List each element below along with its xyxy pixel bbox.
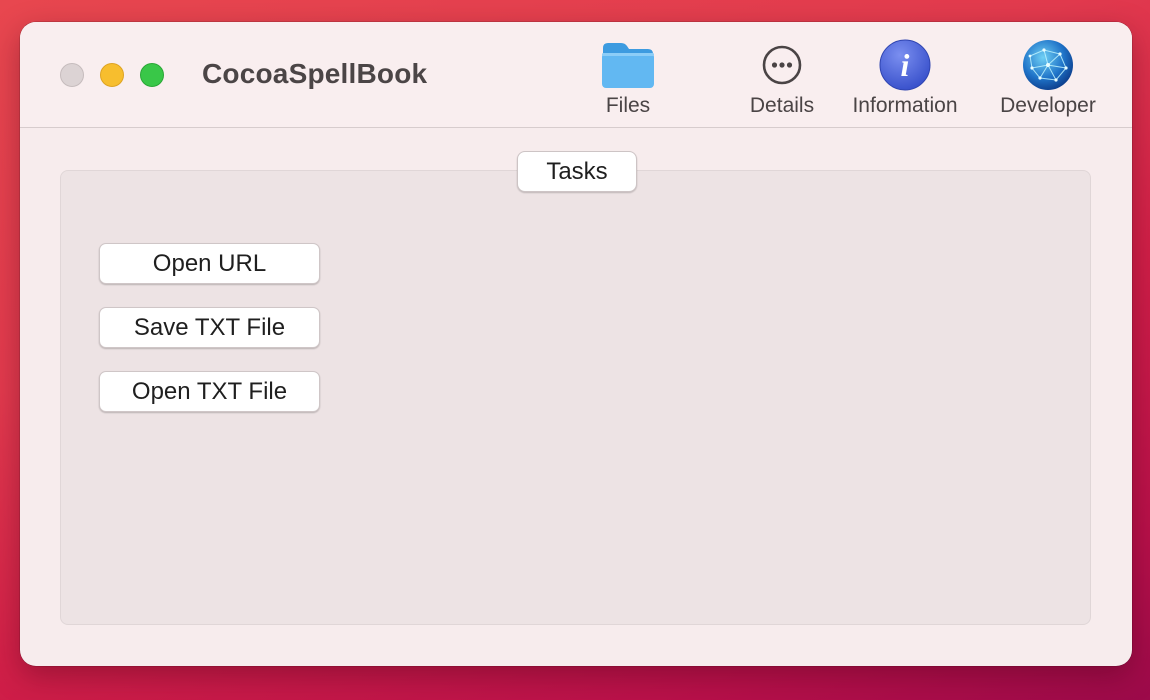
toolbar-files-label: Files [605, 94, 651, 117]
close-window-button[interactable] [60, 63, 84, 87]
maximize-window-button[interactable] [140, 63, 164, 87]
tasks-group-title: Tasks [517, 151, 637, 192]
open-url-button[interactable]: Open URL [99, 243, 320, 284]
toolbar-details-button[interactable]: Details [740, 38, 824, 122]
toolbar-developer-button[interactable]: Developer [990, 38, 1106, 122]
save-txt-file-button[interactable]: Save TXT File [99, 307, 320, 348]
title-bar: CocoaSpellBook Files Details i Informati… [20, 22, 1132, 128]
folder-icon [602, 43, 654, 88]
app-window: CocoaSpellBook Files Details i Informati… [20, 22, 1132, 666]
toolbar-details-label: Details [749, 94, 815, 117]
toolbar-information-label: Information [852, 94, 958, 117]
ellipsis-circle-icon [762, 45, 802, 85]
minimize-window-button[interactable] [100, 63, 124, 87]
app-title: CocoaSpellBook [202, 58, 428, 89]
toolbar-developer-label: Developer [1000, 94, 1096, 117]
globe-network-icon [1023, 40, 1073, 90]
toolbar-information-button[interactable]: i Information [842, 38, 968, 122]
toolbar-files-button[interactable]: Files [588, 38, 668, 122]
open-txt-file-button[interactable]: Open TXT File [99, 371, 320, 412]
info-icon: i [879, 39, 931, 91]
svg-text:i: i [901, 47, 910, 83]
